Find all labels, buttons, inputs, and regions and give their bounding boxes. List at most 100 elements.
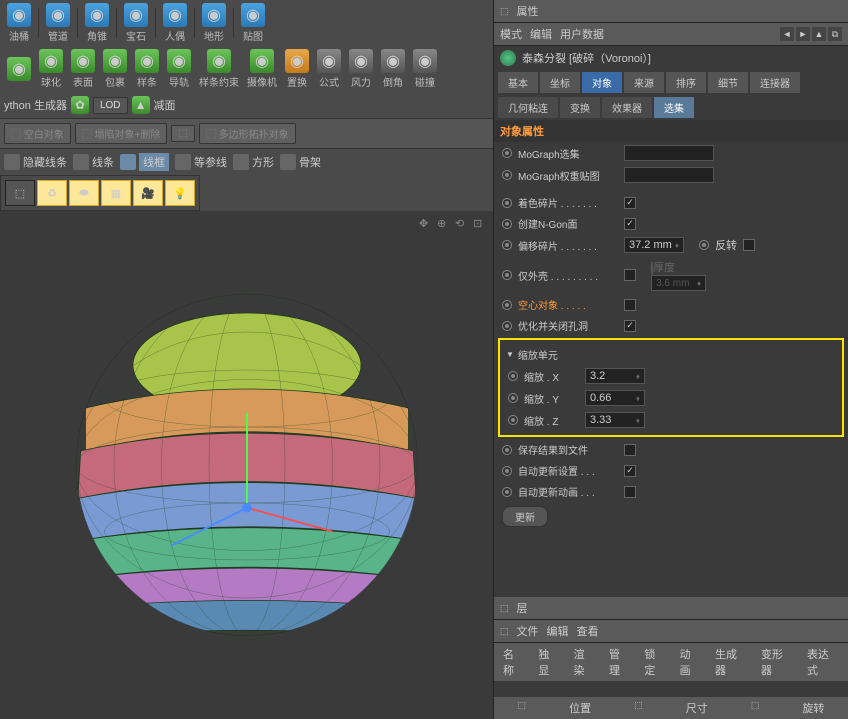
spinner-缩放 . X[interactable]: 3.2♦	[585, 368, 645, 384]
radio-icon[interactable]	[502, 170, 512, 180]
spinner-偏移碎片 . . . . . . .[interactable]: 37.2 mm♦	[624, 237, 684, 253]
tool-油桶[interactable]: ◉油桶	[4, 2, 34, 44]
mode-线框[interactable]: 线框	[120, 153, 169, 171]
tool-leaf[interactable]: ⬬	[69, 180, 99, 206]
vp-zoom-icon[interactable]: ⊕	[437, 217, 451, 231]
mode-骨架[interactable]: 骨架	[280, 154, 321, 170]
check-空心对象 . . . . .[interactable]	[624, 299, 636, 311]
subtab-选集[interactable]: 选集	[654, 97, 694, 118]
check-优化并关闭孔洞[interactable]: ✓	[624, 320, 636, 332]
vp-move-icon[interactable]: ✥	[419, 217, 433, 231]
scale-section-header[interactable]: 缩放单元	[500, 344, 842, 365]
check-着色碎片 . . . . . . .[interactable]: ✓	[624, 197, 636, 209]
check-创建N-Gon面[interactable]: ✓	[624, 218, 636, 230]
col-锁定[interactable]: 锁定	[641, 646, 668, 678]
radio-icon[interactable]	[502, 466, 512, 476]
menu-模式[interactable]: 模式	[500, 26, 522, 42]
tool-camera[interactable]: 🎥	[133, 180, 163, 206]
radio-icon[interactable]	[502, 240, 512, 250]
radio-icon[interactable]	[502, 445, 512, 455]
check-仅外壳 . . . . . . . . .[interactable]	[624, 269, 636, 281]
row4-btn-1[interactable]: ⬚ 塌陷对象+删除	[75, 123, 168, 144]
mode-方形[interactable]: 方形	[233, 154, 274, 170]
tool-管道[interactable]: ◉管道	[43, 2, 73, 44]
tool-样条[interactable]: ◉样条	[132, 48, 162, 90]
tool-a[interactable]: ⬚	[5, 180, 35, 206]
mode-隐藏线条[interactable]: 隐藏线条	[4, 154, 67, 170]
spinner-缩放 . Y[interactable]: 0.66♦	[585, 390, 645, 406]
row4-btn-3[interactable]: ⬚ 多边形拓扑对象	[199, 123, 296, 144]
reduce-icon[interactable]: ▲	[132, 96, 150, 114]
tool-grid[interactable]: ▦	[101, 180, 131, 206]
nav-ext[interactable]: ⧉	[828, 27, 842, 41]
tool-人偶[interactable]: ◉人偶	[160, 2, 190, 44]
tool-表面[interactable]: ◉表面	[68, 48, 98, 90]
tab-坐标[interactable]: 坐标	[540, 72, 580, 93]
update-button[interactable]: 更新	[502, 506, 548, 527]
tool-light[interactable]: 💡	[165, 180, 195, 206]
subtab-变换[interactable]: 变换	[560, 97, 600, 118]
tool-碰撞[interactable]: ◉碰撞	[410, 48, 440, 90]
viewport[interactable]: ✥ ⊕ ⟲ ⊡	[0, 211, 493, 719]
layermenu-文件[interactable]: 文件	[517, 623, 539, 639]
mode-等参线[interactable]: 等参线	[175, 154, 227, 170]
tab-排序[interactable]: 排序	[666, 72, 706, 93]
tab-细节[interactable]: 细节	[708, 72, 748, 93]
tool-球化[interactable]: ◉球化	[36, 48, 66, 90]
vp-rotate-icon[interactable]: ⟲	[455, 217, 469, 231]
check-自动更新设置 . . .[interactable]: ✓	[624, 465, 636, 477]
radio-icon[interactable]	[502, 198, 512, 208]
layermenu-查看[interactable]: 查看	[577, 623, 599, 639]
col-生成器[interactable]: 生成器	[712, 646, 750, 678]
radio-icon[interactable]	[508, 393, 518, 403]
radio-icon[interactable]	[502, 148, 512, 158]
subtab-几何粘连[interactable]: 几何粘连	[498, 97, 558, 118]
lod-button[interactable]: LOD	[93, 97, 128, 114]
radio-icon[interactable]	[502, 300, 512, 310]
layermenu-编辑[interactable]: 编辑	[547, 623, 569, 639]
tool-公式[interactable]: ◉公式	[314, 48, 344, 90]
tool-地形[interactable]: ◉地形	[199, 2, 229, 44]
check-保存结果到文件[interactable]	[624, 444, 636, 456]
subtab-效果器[interactable]: 效果器	[602, 97, 652, 118]
extra-radio[interactable]	[699, 240, 709, 250]
tool-包裹[interactable]: ◉包裹	[100, 48, 130, 90]
tool-倒角[interactable]: ◉倒角	[378, 48, 408, 90]
tool-recycle[interactable]: ♻	[37, 180, 67, 206]
radio-icon[interactable]	[508, 415, 518, 425]
input-MoGraph权重贴图[interactable]	[624, 167, 714, 183]
check-自动更新动画 . . .[interactable]	[624, 486, 636, 498]
tool-角锥[interactable]: ◉角锥	[82, 2, 112, 44]
tool-item[interactable]: ◉	[4, 56, 34, 83]
tool-导轨[interactable]: ◉导轨	[164, 48, 194, 90]
spinner-缩放 . Z[interactable]: 3.33♦	[585, 412, 645, 428]
nav-up[interactable]: ▲	[812, 27, 826, 41]
radio-icon[interactable]	[502, 270, 512, 280]
radio-icon[interactable]	[508, 371, 518, 381]
col-变形器[interactable]: 变形器	[758, 646, 796, 678]
input-MoGraph选集[interactable]	[624, 145, 714, 161]
col-名称[interactable]: 名称	[500, 646, 527, 678]
tab-基本[interactable]: 基本	[498, 72, 538, 93]
tool-样条约束[interactable]: ◉样条约束	[196, 48, 242, 90]
radio-icon[interactable]	[502, 321, 512, 331]
vp-full-icon[interactable]: ⊡	[473, 217, 487, 231]
tool-摄像机[interactable]: ◉摄像机	[244, 48, 280, 90]
extra-check[interactable]	[743, 239, 755, 251]
col-动画[interactable]: 动画	[677, 646, 704, 678]
tool-贴图[interactable]: ◉贴图	[238, 2, 268, 44]
tool-宝石[interactable]: ◉宝石	[121, 2, 151, 44]
tab-连接器[interactable]: 连接器	[750, 72, 800, 93]
tool-置换[interactable]: ◉置换	[282, 48, 312, 90]
tool-风力[interactable]: ◉风力	[346, 48, 376, 90]
mode-线条[interactable]: 线条	[73, 154, 114, 170]
menu-编辑[interactable]: 编辑	[530, 26, 552, 42]
tab-对象[interactable]: 对象	[582, 72, 622, 93]
row4-btn-2[interactable]: ⬚	[171, 125, 194, 142]
nav-next[interactable]: ►	[796, 27, 810, 41]
nav-prev[interactable]: ◄	[780, 27, 794, 41]
col-表达式[interactable]: 表达式	[804, 646, 842, 678]
leaf-icon[interactable]: ✿	[71, 96, 89, 114]
menu-用户数据[interactable]: 用户数据	[560, 26, 604, 42]
col-管理[interactable]: 管理	[606, 646, 633, 678]
